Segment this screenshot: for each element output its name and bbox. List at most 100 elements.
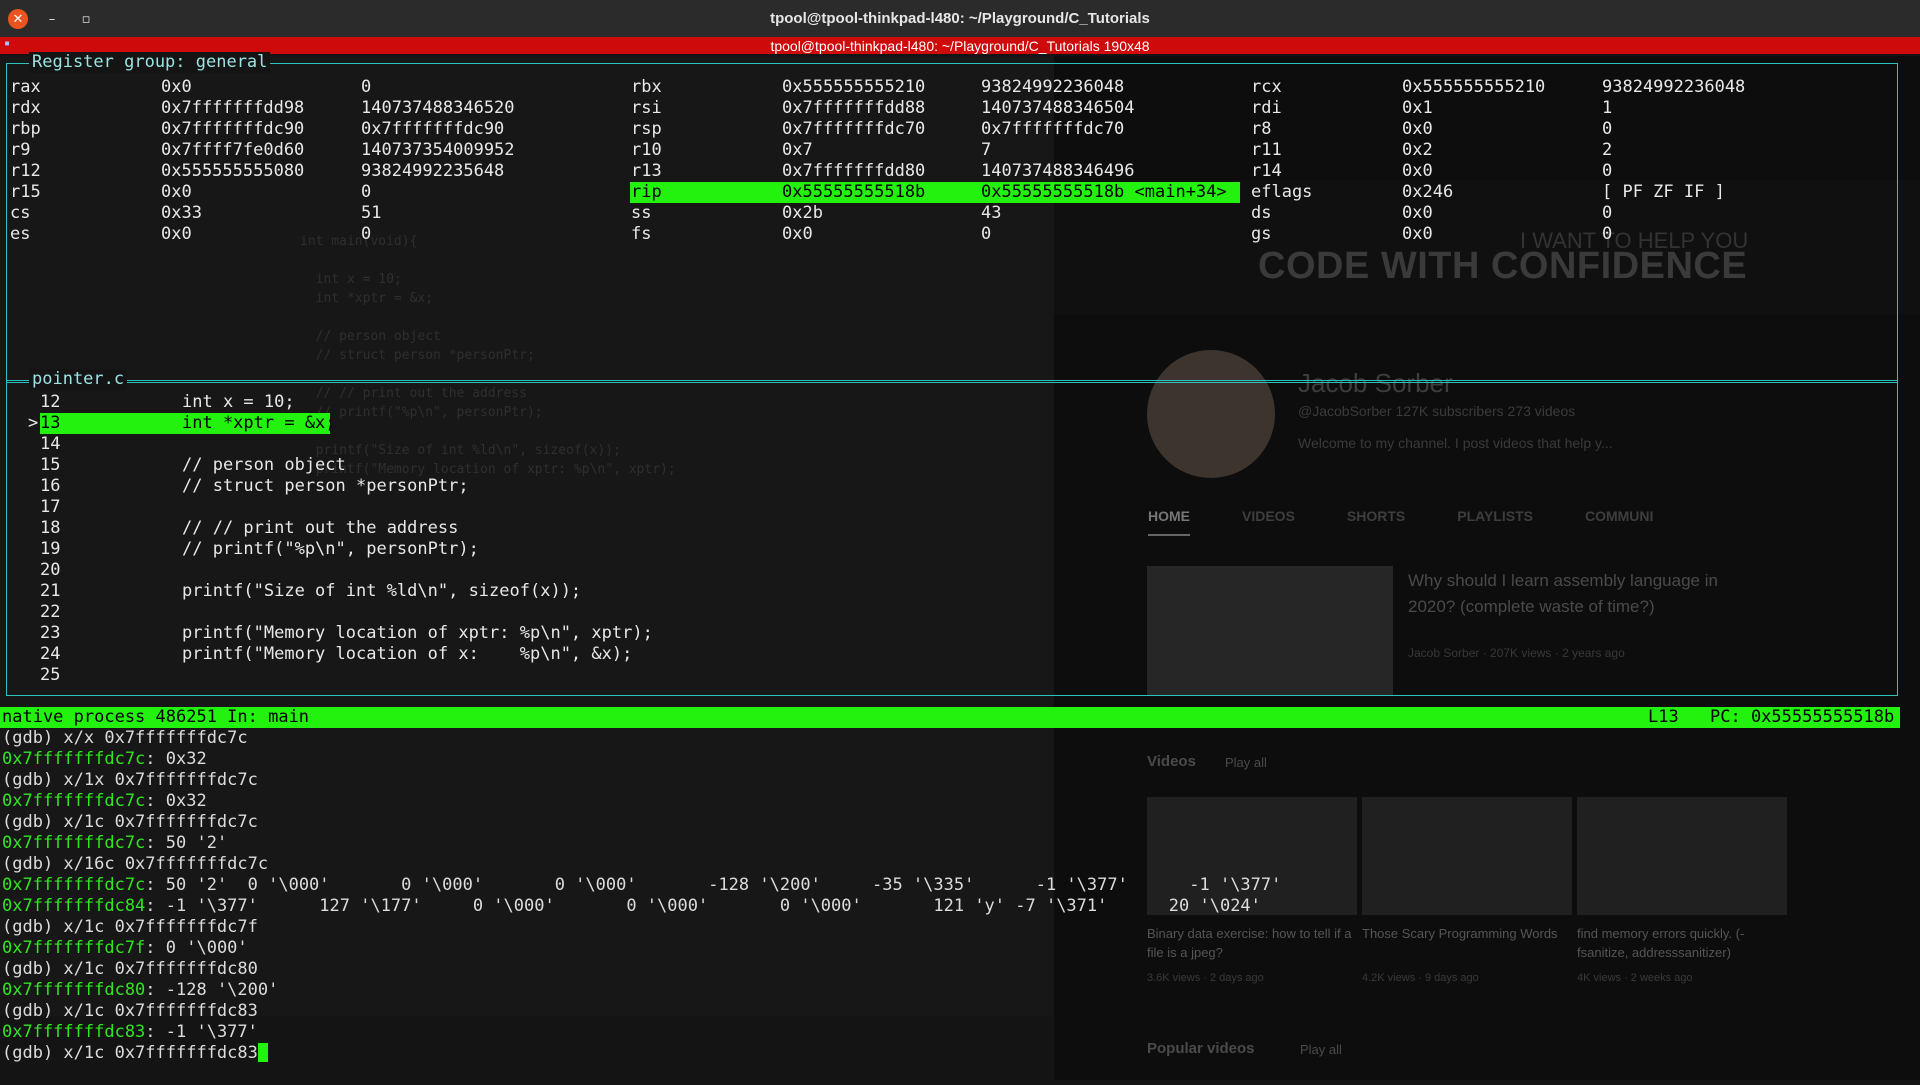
- line-number: 23: [40, 623, 61, 643]
- gdb-text: (gdb) x/16c 0x7fffffffdc7c: [2, 854, 269, 874]
- gdb-line: (gdb) x/1c 0x7fffffffdc7f: [2, 917, 258, 938]
- memory-address: 0x7fffffffdc7c: [2, 791, 146, 811]
- gdb-line: 0x7fffffffdc7c: 0x32: [2, 749, 207, 770]
- video-title[interactable]: Those Scary Programming Words: [1362, 924, 1572, 943]
- gdb-status-bar: native process 486251 In: main L13 PC: 0…: [0, 707, 1900, 728]
- line-code: printf("Size of int %ld\n", sizeof(x));: [182, 581, 582, 601]
- register-value: 93824992235648: [361, 161, 505, 181]
- register-name: r13: [631, 161, 662, 181]
- register-name: rcx: [1251, 77, 1282, 97]
- register-name: rsi: [631, 98, 662, 118]
- video-thumbnail[interactable]: [1362, 797, 1572, 915]
- register-value: 93824992236048: [1602, 77, 1746, 97]
- register-value: 0: [361, 182, 372, 202]
- gdb-line: (gdb) x/x 0x7fffffffdc7c: [2, 728, 248, 749]
- gdb-text: : 50 '2' 0 '\000' 0 '\000' 0 '\000' -128…: [145, 875, 1282, 895]
- gdb-line: 0x7fffffffdc7f: 0 '\000': [2, 938, 248, 959]
- register-hex: 0x7fffffffdc70: [782, 119, 926, 139]
- register-name: rdi: [1251, 98, 1282, 118]
- register-name-rip: rip: [631, 182, 662, 202]
- play-all-link[interactable]: Play all: [1225, 755, 1267, 770]
- gdb-text: (gdb) x/x 0x7fffffffdc7c: [2, 728, 248, 748]
- memory-address: 0x7fffffffdc84: [2, 896, 146, 916]
- register-hex: 0x1: [1402, 98, 1433, 118]
- memory-address: 0x7fffffffdc83: [2, 1022, 146, 1042]
- gdb-console[interactable]: (gdb) x/x 0x7fffffffdc7c 0x7fffffffdc7c:…: [0, 728, 1281, 1085]
- register-value: 0x7fffffffdc90: [361, 119, 505, 139]
- line-number: 25: [40, 665, 61, 685]
- line-code: // struct person *personPtr;: [182, 476, 469, 496]
- video-thumbnail[interactable]: [1577, 797, 1787, 915]
- register-name: cs: [10, 203, 31, 223]
- register-name: r8: [1251, 119, 1272, 139]
- gdb-line: (gdb) x/1c 0x7fffffffdc7c: [2, 812, 258, 833]
- video-meta: 3.6K views · 2 days ago: [1147, 972, 1264, 984]
- register-value: 0: [1602, 224, 1613, 244]
- register-value: [ PF ZF IF ]: [1602, 182, 1725, 202]
- minimize-icon[interactable]: –: [42, 9, 62, 29]
- line-number: 18: [40, 518, 61, 538]
- program-counter: PC: 0x55555555518b: [1710, 707, 1895, 727]
- close-icon[interactable]: ✕: [8, 9, 28, 29]
- register-name: fs: [631, 224, 652, 244]
- video-title[interactable]: find memory errors quickly. (-fsanitize,…: [1577, 924, 1787, 962]
- gdb-text: : 0x32: [145, 749, 207, 769]
- memory-address: 0x7fffffffdc7f: [2, 938, 146, 958]
- register-hex: 0x0: [161, 77, 192, 97]
- play-all-link[interactable]: Play all: [1300, 1042, 1342, 1057]
- line-number: 22: [40, 602, 61, 622]
- register-hex: 0x7ffff7fe0d60: [161, 140, 305, 160]
- register-hex: 0x0: [1402, 203, 1433, 223]
- register-hex: 0x7fffffffdd88: [782, 98, 926, 118]
- text-cursor: [257, 1043, 268, 1062]
- line-number: 21: [40, 581, 61, 601]
- register-value: 140737488346496: [981, 161, 1135, 181]
- video-title[interactable]: Binary data exercise: how to tell if a f…: [1147, 924, 1357, 962]
- tmux-status-text: tpool@tpool-thinkpad-l480: ~/Playground/…: [770, 37, 1150, 54]
- gdb-prompt-line[interactable]: (gdb) x/1c 0x7fffffffdc83: [2, 1043, 268, 1064]
- line-number: 24: [40, 644, 61, 664]
- register-hex: 0x7fffffffdd80: [782, 161, 926, 181]
- register-name: r9: [10, 140, 31, 160]
- register-name: r10: [631, 140, 662, 160]
- register-value-rip: 0x55555555518b <main+34>: [981, 182, 1227, 202]
- register-hex: 0x2: [1402, 140, 1433, 160]
- register-hex-rip: 0x55555555518b: [782, 182, 926, 202]
- register-name: r12: [10, 161, 41, 181]
- register-name: rsp: [631, 119, 662, 139]
- register-hex: 0x7fffffffdc90: [161, 119, 305, 139]
- register-hex: 0x555555555210: [1402, 77, 1546, 97]
- window-title: tpool@tpool-thinkpad-l480: ~/Playground/…: [770, 10, 1150, 27]
- register-name: es: [10, 224, 31, 244]
- maximize-icon[interactable]: ▫: [76, 9, 96, 29]
- line-number: 12: [40, 392, 61, 412]
- line-number: 17: [40, 497, 61, 517]
- register-name: r11: [1251, 140, 1282, 160]
- gdb-text: : 0 '\000': [145, 938, 248, 958]
- register-name: rdx: [10, 98, 41, 118]
- register-value: 140737488346504: [981, 98, 1135, 118]
- tmux-status-bar: tpool@tpool-thinkpad-l480: ~/Playground/…: [0, 37, 1920, 54]
- memory-address: 0x7fffffffdc7c: [2, 875, 146, 895]
- line-number: 14: [40, 434, 61, 454]
- videos-section-title: Videos: [1147, 753, 1196, 770]
- register-name: r15: [10, 182, 41, 202]
- gdb-text: (gdb) x/1x 0x7fffffffdc7c: [2, 770, 258, 790]
- gdb-text: (gdb) x/1c 0x7fffffffdc7f: [2, 917, 258, 937]
- register-name: rbp: [10, 119, 41, 139]
- gdb-input[interactable]: (gdb) x/1c 0x7fffffffdc83: [2, 1043, 258, 1063]
- register-hex: 0x0: [161, 224, 192, 244]
- current-line-indicator: L13: [1648, 707, 1679, 727]
- register-value: 0: [1602, 203, 1613, 223]
- gdb-text: (gdb) x/1c 0x7fffffffdc83: [2, 1001, 258, 1021]
- register-value: 0: [361, 77, 372, 97]
- register-value: 2: [1602, 140, 1613, 160]
- register-value: 0: [1602, 119, 1613, 139]
- gdb-line: 0x7fffffffdc7c: 50 '2' 0 '\000' 0 '\000'…: [2, 875, 1281, 896]
- line-number: 16: [40, 476, 61, 496]
- register-value: 0x7fffffffdc70: [981, 119, 1125, 139]
- line-number: 20: [40, 560, 61, 580]
- register-hex: 0x2b: [782, 203, 823, 223]
- register-value: 0: [981, 224, 992, 244]
- register-name: rax: [10, 77, 41, 97]
